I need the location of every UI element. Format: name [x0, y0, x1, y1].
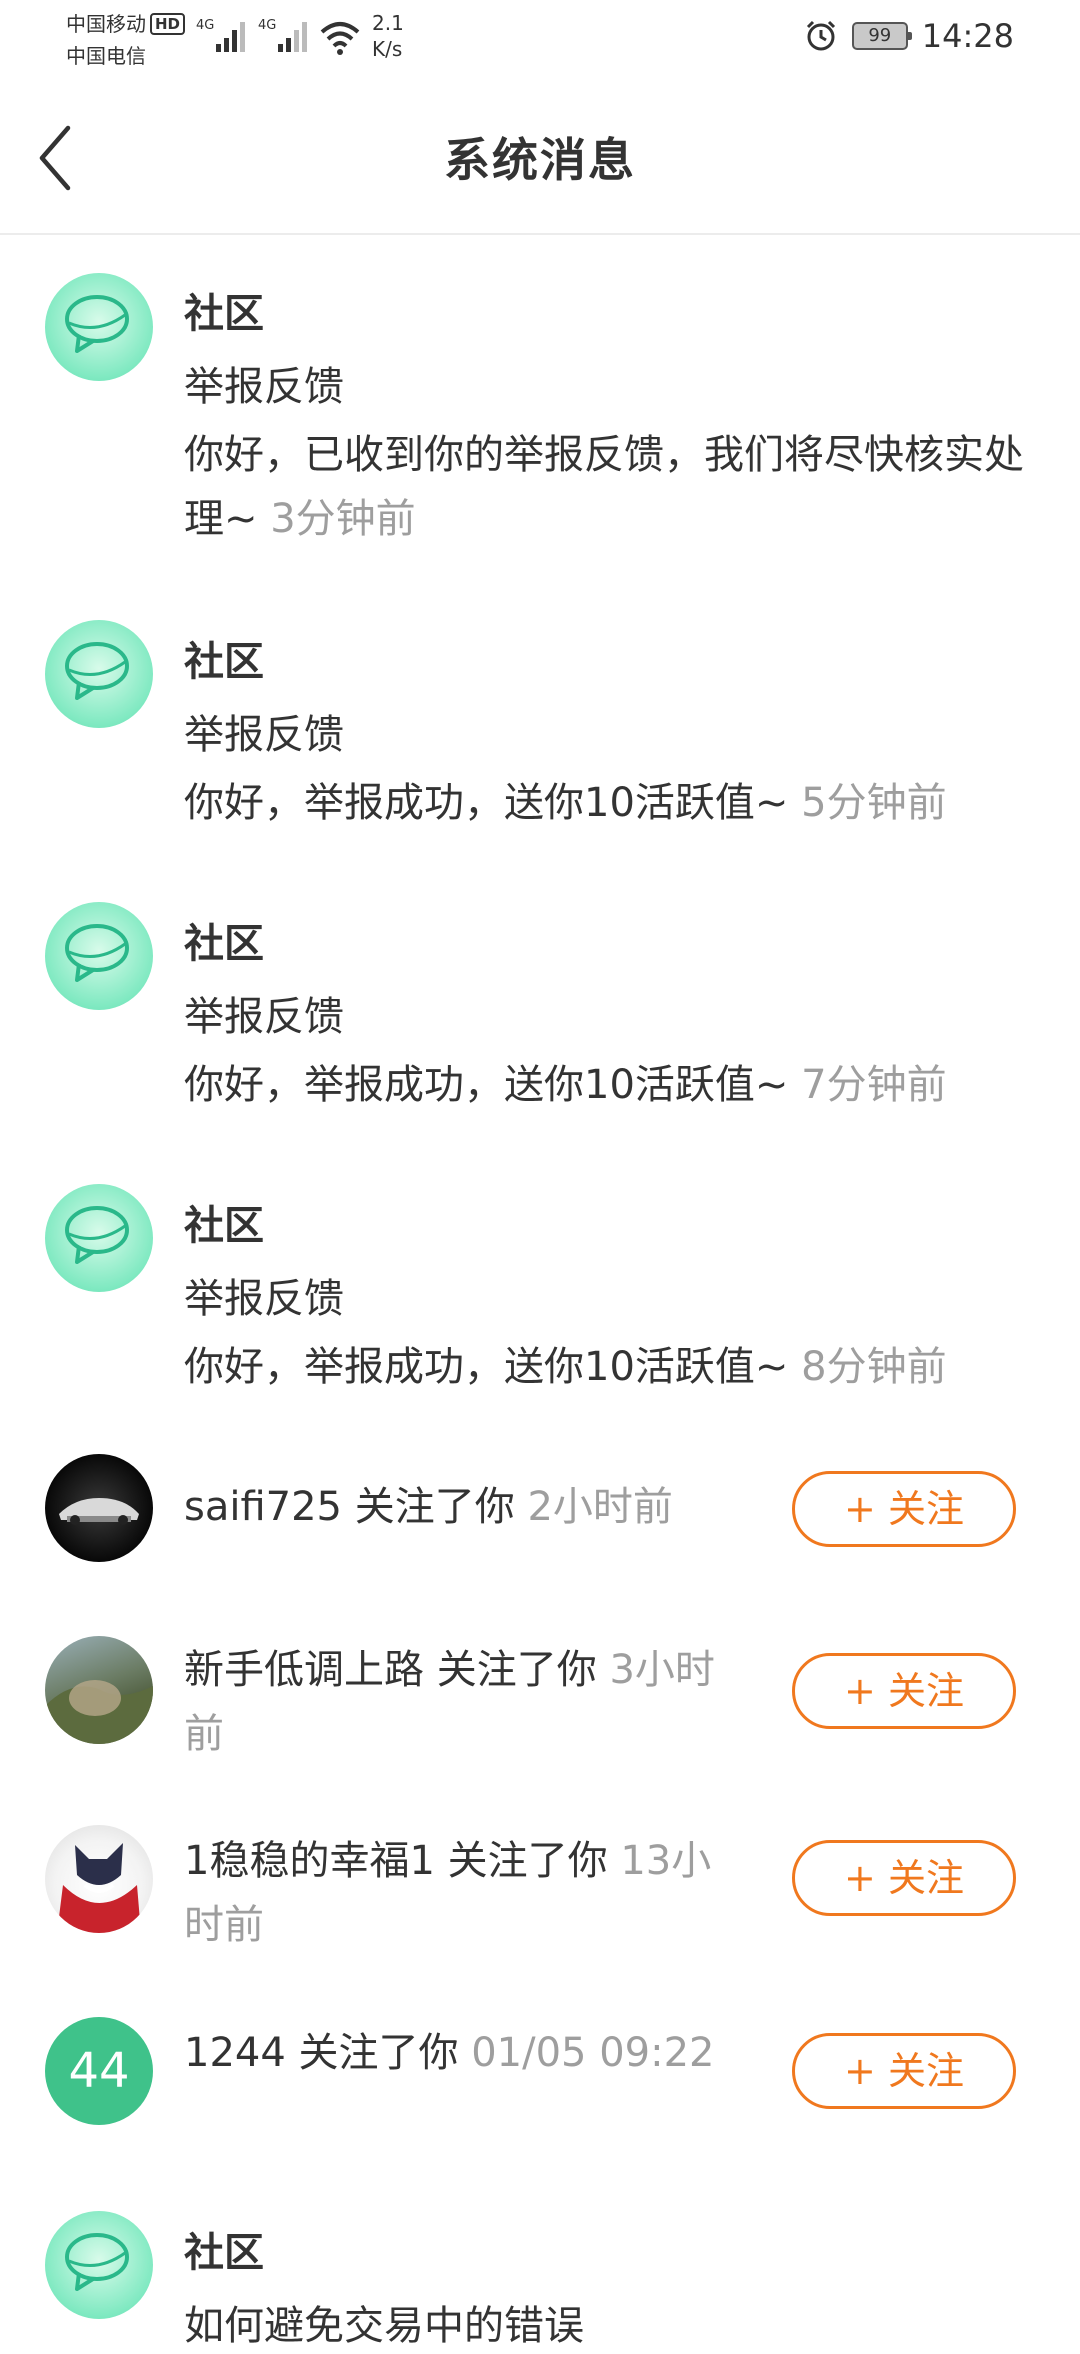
- list-item[interactable]: 社区 举报反馈 你好，已收到你的举报反馈，我们将尽快核实处理~ 3分钟前: [0, 236, 1080, 582]
- network-type-1: 4G: [196, 18, 215, 33]
- car-avatar-image: [59, 1498, 139, 1525]
- follow-button[interactable]: + 关注: [792, 1840, 1016, 1916]
- list-item[interactable]: 社区 举报反馈 你好，举报成功，送你10活跃值~ 8分钟前: [0, 1146, 1080, 1422]
- avatar: [45, 1184, 153, 1292]
- follower-name[interactable]: saifi725: [184, 1484, 342, 1530]
- avatar: 44: [45, 2017, 153, 2125]
- message-subject: 举报反馈: [184, 994, 344, 1040]
- clock: 14:28: [921, 17, 1014, 55]
- message-body: 社区 举报反馈 你好，举报成功，送你10活跃值~ 8分钟前: [184, 1198, 1050, 1399]
- chat-bubble-icon: [65, 2233, 129, 2291]
- message-body: 社区 举报反馈 你好，已收到你的举报反馈，我们将尽快核实处理~ 3分钟前: [184, 286, 1050, 551]
- message-time: 5分钟前: [801, 780, 947, 826]
- follow-text: saifi725 关注了你 2小时前: [184, 1475, 724, 1539]
- message-body: 社区 举报反馈 你好，举报成功，送你10活跃值~ 5分钟前: [184, 634, 1050, 835]
- message-list: 社区 举报反馈 你好，已收到你的举报反馈，我们将尽快核实处理~ 3分钟前 社区 …: [0, 236, 1080, 2349]
- message-sender: 社区: [184, 1203, 264, 1249]
- avatar: [45, 2211, 153, 2319]
- message-text: 你好，举报成功，送你10活跃值~ 7分钟前: [184, 1053, 1050, 1117]
- avatar: [45, 1636, 153, 1744]
- message-subject: 举报反馈: [184, 1276, 344, 1322]
- message-time: 8分钟前: [801, 1344, 947, 1390]
- list-item[interactable]: 社区 举报反馈 你好，举报成功，送你10活跃值~ 5分钟前: [0, 582, 1080, 864]
- message-body: 社区 举报反馈 你好，举报成功，送你10活跃值~ 7分钟前: [184, 916, 1050, 1117]
- follow-button[interactable]: + 关注: [792, 1471, 1016, 1547]
- app-header: 系统消息: [0, 80, 1080, 235]
- message-sender: 社区: [184, 921, 264, 967]
- message-content: 你好，举报成功，送你10活跃值~: [184, 1062, 802, 1108]
- follower-name[interactable]: 1稳稳的幸福1: [184, 1838, 435, 1884]
- battery-indicator: 99: [851, 22, 912, 50]
- avatar: [45, 620, 153, 728]
- speed-unit: K/s: [372, 37, 403, 61]
- avatar: [45, 273, 153, 381]
- follow-action: 关注了你: [434, 1838, 621, 1884]
- follower-name[interactable]: 1244: [184, 2030, 286, 2076]
- anime-avatar-image: [57, 1843, 141, 1933]
- carrier-1: 中国移动: [66, 12, 146, 36]
- avatar: [45, 902, 153, 1010]
- follow-button[interactable]: + 关注: [792, 2033, 1016, 2109]
- chat-bubble-icon: [65, 295, 129, 353]
- follow-time: 01/05 09:22: [471, 2030, 715, 2076]
- hd-badge: HD: [150, 13, 186, 35]
- network-type-2: 4G: [258, 18, 277, 33]
- message-subject: 如何避免交易中的错误: [184, 2303, 584, 2349]
- carrier-info: 中国移动 HD 中国电信: [66, 8, 186, 72]
- message-time: 7分钟前: [801, 1062, 947, 1108]
- follow-item[interactable]: 44 1244 关注了你 01/05 09:22 + 关注: [0, 1987, 1080, 2181]
- signal-bars-icon: [216, 22, 245, 52]
- status-right: 99 14:28: [804, 16, 1014, 56]
- speed-value: 2.1: [372, 11, 404, 35]
- message-sender: 社区: [184, 2230, 264, 2276]
- message-sender: 社区: [184, 291, 264, 337]
- avatar: [45, 1825, 153, 1933]
- chat-bubble-icon: [65, 1206, 129, 1264]
- wifi-icon: [320, 22, 360, 55]
- follow-text: 1244 关注了你 01/05 09:22: [184, 2021, 724, 2085]
- chat-bubble-icon: [65, 642, 129, 700]
- message-subject: 举报反馈: [184, 712, 344, 758]
- follow-text: 新手低调上路 关注了你 3小时前: [184, 1638, 724, 1766]
- follow-time: 2小时前: [527, 1484, 673, 1530]
- message-sender: 社区: [184, 639, 264, 685]
- follow-item[interactable]: saifi725 关注了你 2小时前 + 关注: [0, 1422, 1080, 1600]
- signal-bars-icon-2: [278, 22, 307, 52]
- message-text: 你好，举报成功，送你10活跃值~ 8分钟前: [184, 1335, 1050, 1399]
- chat-bubble-icon: [65, 924, 129, 982]
- follower-name[interactable]: 新手低调上路: [184, 1647, 424, 1693]
- follow-item[interactable]: 1稳稳的幸福1 关注了你 13小时前 + 关注: [0, 1795, 1080, 1987]
- message-body: 社区 如何避免交易中的错误: [184, 2225, 1050, 2354]
- message-content: 你好，举报成功，送你10活跃值~: [184, 780, 802, 826]
- landscape-avatar-image: [45, 1680, 153, 1744]
- page-title: 系统消息: [444, 133, 636, 187]
- message-subject: 举报反馈: [184, 364, 344, 410]
- follow-text: 1稳稳的幸福1 关注了你 13小时前: [184, 1829, 724, 1957]
- follow-action: 关注了你: [342, 1484, 528, 1530]
- message-content: 你好，举报成功，送你10活跃值~: [184, 1344, 802, 1390]
- message-text: 你好，已收到你的举报反馈，我们将尽快核实处理~ 3分钟前: [184, 423, 1050, 551]
- message-time: 3分钟前: [270, 496, 416, 542]
- carrier-2: 中国电信: [66, 44, 146, 68]
- alarm-icon: [806, 20, 835, 51]
- avatar: [45, 1454, 153, 1562]
- follow-action: 关注了你: [285, 2030, 472, 2076]
- status-bar: 中国移动 HD 中国电信 4G 4G 2.1 K/s 99 14:28: [0, 0, 1080, 80]
- follow-action: 关注了你: [424, 1647, 610, 1693]
- list-item[interactable]: 社区 举报反馈 你好，举报成功，送你10活跃值~ 7分钟前: [0, 864, 1080, 1146]
- message-text: 你好，举报成功，送你10活跃值~ 5分钟前: [184, 771, 1050, 835]
- follow-item[interactable]: 新手低调上路 关注了你 3小时前 + 关注: [0, 1600, 1080, 1795]
- list-item[interactable]: 社区 如何避免交易中的错误: [0, 2181, 1080, 2349]
- follow-button[interactable]: + 关注: [792, 1653, 1016, 1729]
- network-speed: 2.1 K/s: [372, 10, 404, 62]
